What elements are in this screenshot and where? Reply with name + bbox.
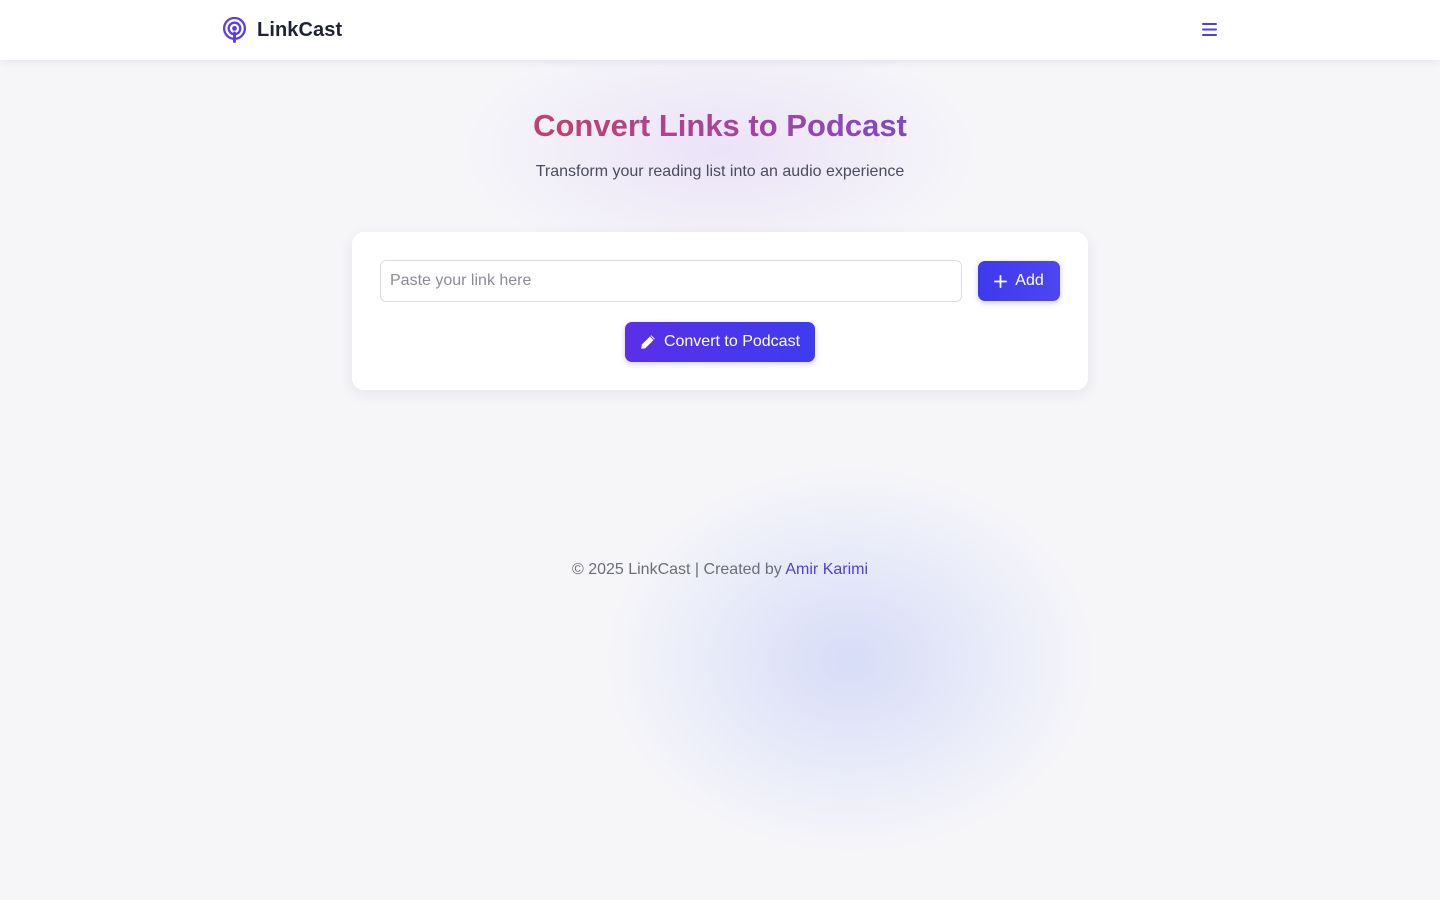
menu-button[interactable] bbox=[1196, 17, 1222, 41]
page-subtitle: Transform your reading list into an audi… bbox=[535, 163, 905, 180]
top-nav-bar: LinkCast bbox=[0, 0, 1440, 60]
link-form-card: Add Convert to Podcast bbox=[352, 232, 1088, 390]
add-link-button[interactable]: Add bbox=[978, 261, 1060, 301]
copyright-text: © 2025 LinkCast | Created by bbox=[571, 561, 782, 578]
add-link-label: Add bbox=[1015, 272, 1044, 289]
author-link[interactable]: Amir Karimi bbox=[785, 561, 868, 578]
page-title-text: Convert Links to Podcast bbox=[533, 108, 907, 143]
pencil-icon bbox=[641, 335, 655, 349]
hamburger-menu-icon bbox=[1201, 22, 1217, 36]
brand-logo[interactable]: LinkCast bbox=[222, 15, 342, 45]
page-title: Convert Links to Podcast bbox=[0, 105, 1440, 147]
link-input[interactable] bbox=[380, 260, 962, 302]
convert-label: Convert to Podcast bbox=[663, 333, 801, 350]
podcast-icon bbox=[222, 16, 247, 43]
convert-to-podcast-button[interactable]: Convert to Podcast bbox=[625, 322, 815, 362]
page-footer: © 2025 LinkCast | Created by Amir Karimi bbox=[0, 559, 1440, 581]
plus-icon bbox=[994, 274, 1008, 288]
brand-name: LinkCast bbox=[257, 18, 343, 41]
